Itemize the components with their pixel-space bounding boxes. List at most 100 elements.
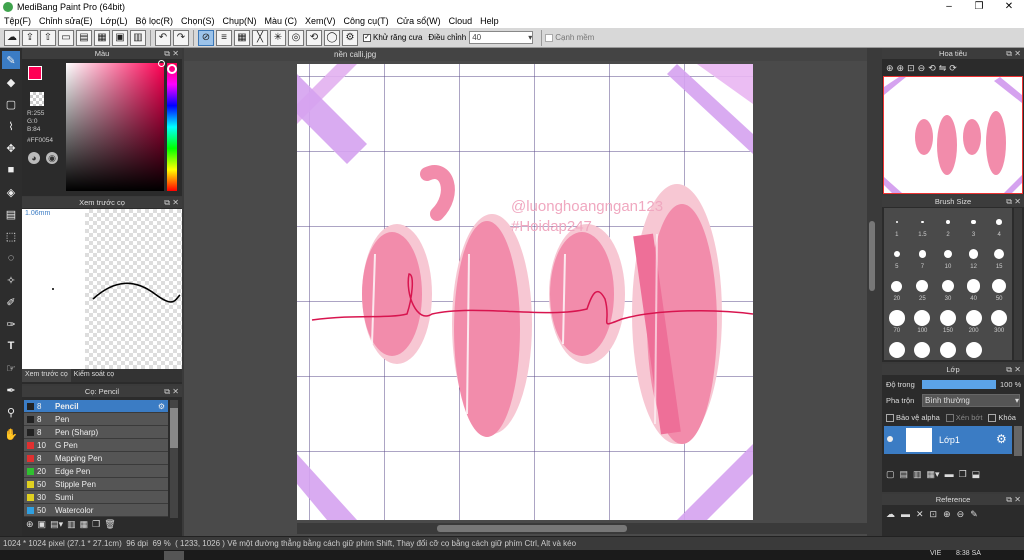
circle-snap-icon[interactable]: ◯ — [324, 29, 340, 46]
menu-tools[interactable]: Công cụ(T) — [340, 16, 393, 26]
scroll-thumb[interactable] — [170, 408, 178, 448]
brush-size-preset[interactable] — [914, 310, 931, 326]
layer-menu-icon[interactable]: ▦▾ — [927, 469, 940, 480]
folder-icon[interactable]: ▦ — [80, 519, 89, 533]
select-tool-icon[interactable]: ⬚ — [2, 227, 20, 245]
blend-mode-select[interactable]: Bình thường ▾ — [922, 394, 1020, 407]
fit-ref-icon[interactable]: ⊡ — [930, 509, 938, 520]
brush-item[interactable]: 50 Stipple Pen — [24, 478, 168, 491]
adjust-select[interactable]: 40 ▾ — [469, 31, 534, 44]
cloud-ref-icon[interactable]: ☁ — [886, 509, 895, 520]
no-snap-icon[interactable]: ⊘ — [198, 29, 214, 46]
brush-size-preset[interactable] — [940, 310, 956, 326]
blur-tool-icon[interactable]: ⌇ — [2, 117, 20, 135]
rotate-right-icon[interactable]: ⟳ — [949, 63, 957, 74]
new-halftone-layer-icon[interactable]: ▤ — [900, 469, 909, 480]
grid-snap-icon[interactable]: ▦ — [234, 29, 250, 46]
brush-size-preset[interactable] — [965, 342, 982, 358]
brush-size-preset[interactable] — [991, 310, 1008, 326]
brush-size-preset[interactable] — [996, 219, 1002, 225]
brush-item[interactable]: 20 Edge Pen — [24, 465, 168, 478]
zoom-out-icon[interactable]: ⊖ — [918, 63, 926, 74]
opacity-slider[interactable] — [922, 380, 996, 389]
brush-size-preset[interactable] — [969, 249, 979, 259]
transparent-swatch[interactable] — [30, 92, 44, 106]
brush-size-preset[interactable] — [943, 249, 953, 259]
flip-icon[interactable]: ⇋ — [939, 63, 947, 74]
antialias-checkbox[interactable]: ✓ Khử răng cưa — [363, 33, 422, 42]
primary-color-swatch[interactable] — [28, 66, 42, 80]
concentric-snap-icon[interactable]: ◎ — [288, 29, 304, 46]
lock-checkbox[interactable]: Khóa — [988, 413, 1016, 423]
zoom-out-ref-icon[interactable]: ⊖ — [957, 509, 965, 520]
radial-snap-icon[interactable]: ✳ — [270, 29, 286, 46]
select-eraser-icon[interactable]: ✑ — [2, 315, 20, 333]
minimize-button[interactable]: – — [934, 0, 964, 14]
close-icon[interactable]: ✕ — [1014, 494, 1021, 505]
brush-size-preset[interactable] — [895, 221, 898, 223]
close-icon[interactable]: ✕ — [172, 197, 179, 208]
brush-item[interactable]: 30 Sumi — [24, 491, 168, 504]
brush-item[interactable]: 8 Pencil ⚙ — [24, 400, 168, 413]
eyedropper-ref-icon[interactable]: ✎ — [970, 509, 978, 520]
save-icon[interactable]: ▣ — [112, 29, 128, 46]
brush-list-scrollbar[interactable] — [170, 400, 178, 518]
brush-size-preset[interactable] — [940, 342, 956, 358]
layer-settings-icon[interactable]: ⚙ — [996, 432, 1007, 446]
delete-brush-icon[interactable]: 🗑 — [104, 519, 115, 533]
undock-icon[interactable]: ⧉ — [1006, 196, 1012, 207]
pen-tool-icon[interactable]: ✎ — [2, 51, 20, 69]
zoom-in-ref-icon[interactable]: ⊕ — [943, 509, 951, 520]
save-as-icon[interactable]: ▥ — [130, 29, 146, 46]
undock-icon[interactable]: ⧉ — [1006, 364, 1012, 375]
move-tool-icon[interactable]: ✥ — [2, 139, 20, 157]
hand-tool-icon[interactable]: ✋ — [2, 425, 20, 443]
brush-size-preset[interactable] — [918, 250, 927, 258]
protect-alpha-checkbox[interactable]: Bảo vệ alpha — [886, 413, 940, 423]
brush-size-preset[interactable] — [893, 250, 901, 258]
close-button[interactable]: ✕ — [994, 0, 1024, 14]
close-ref-icon[interactable]: ✕ — [916, 509, 924, 520]
rotate-left-icon[interactable]: ⟲ — [928, 63, 936, 74]
brush-settings-icon[interactable]: ⚙ — [158, 402, 165, 411]
tab-brush-preview[interactable]: Xem trước cọ — [22, 369, 71, 382]
horizontal-scrollbar[interactable] — [297, 523, 867, 534]
brush-size-preset[interactable] — [971, 219, 976, 225]
redo-icon[interactable]: ↷ — [173, 29, 189, 46]
brush-size-preset[interactable] — [991, 278, 1007, 294]
brush-size-preset[interactable] — [916, 280, 929, 292]
brush-size-preset[interactable] — [914, 342, 931, 358]
brush-item[interactable]: 8 Pen — [24, 413, 168, 426]
saturation-value-picker[interactable] — [66, 60, 165, 191]
brush-size-preset[interactable] — [965, 310, 982, 326]
document-tab[interactable]: nền calli.jpg — [334, 50, 376, 59]
close-icon[interactable]: ✕ — [172, 48, 179, 59]
brush-size-preset[interactable] — [888, 342, 905, 358]
layer-row[interactable]: Lớp1 ⚙ — [884, 426, 1012, 454]
eyedropper-color-icon[interactable]: ◉ — [46, 152, 58, 164]
brush-size-preset[interactable] — [891, 280, 903, 292]
close-icon[interactable]: ✕ — [1014, 48, 1021, 59]
cross-snap-icon[interactable]: ╳ — [252, 29, 268, 46]
parallel-snap-icon[interactable]: ≡ — [216, 29, 232, 46]
curve-snap-icon[interactable]: ⟲ — [306, 29, 322, 46]
brush-item[interactable]: 50 Watercolor — [24, 504, 168, 517]
brush-size-preset[interactable] — [994, 248, 1005, 260]
brush-item[interactable]: 8 Pen (Sharp) — [24, 426, 168, 439]
layer-scrollbar[interactable] — [1014, 426, 1022, 456]
menu-capture[interactable]: Chụp(N) — [219, 16, 261, 26]
maximize-button[interactable]: ❐ — [964, 0, 994, 14]
close-icon[interactable]: ✕ — [172, 386, 179, 397]
hue-cursor[interactable] — [167, 64, 177, 74]
select-pen-icon[interactable]: ✐ — [2, 293, 20, 311]
eraser-tool-icon[interactable]: ◆ — [2, 73, 20, 91]
brush-item[interactable]: 10 G Pen — [24, 439, 168, 452]
add-brush-icon[interactable]: ⊕ — [26, 519, 34, 533]
undock-icon[interactable]: ⧉ — [164, 197, 170, 208]
layer-folder-icon[interactable]: ▬ — [945, 469, 954, 480]
brush-size-preset[interactable] — [889, 310, 905, 326]
menu-layer[interactable]: Lớp(L) — [97, 16, 132, 26]
zoom-in-icon[interactable]: ⊕ — [886, 63, 894, 74]
menu-filter[interactable]: Bộ lọc(R) — [131, 16, 177, 26]
tab-brush-control[interactable]: Kiểm soát cọ — [71, 369, 117, 382]
